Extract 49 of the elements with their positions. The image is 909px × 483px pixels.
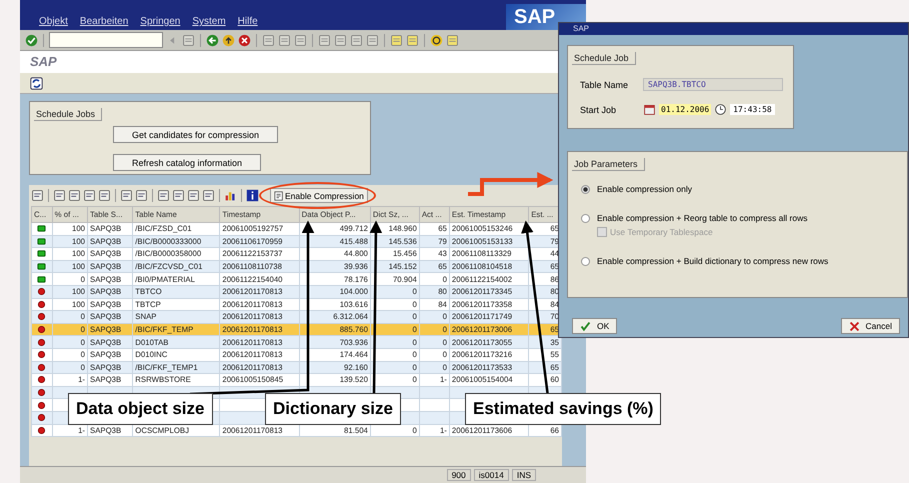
menu-item[interactable]: Hilfe	[238, 16, 258, 27]
menu-item[interactable]: Bearbeiten	[80, 16, 128, 27]
option-label: Enable compression + Reorg table to compress all rows	[597, 213, 808, 223]
dialog-title: SAP	[573, 24, 590, 33]
calendar-icon[interactable]	[643, 103, 656, 116]
status-field: INS	[512, 469, 536, 481]
status-square-icon	[37, 262, 46, 272]
cancel-icon[interactable]	[238, 34, 251, 46]
callout-label: Estimated savings (%)	[465, 393, 662, 425]
callout-label: Data object size	[68, 393, 212, 425]
document-icon	[274, 190, 284, 200]
callout-label: Dictionary size	[265, 393, 401, 425]
menu-item[interactable]: Objekt	[39, 16, 68, 27]
status-field: is0014	[474, 469, 509, 481]
radio-button[interactable]	[581, 214, 590, 222]
enable-compression-button[interactable]: Enable Compression	[270, 188, 368, 203]
status-field: 900	[446, 469, 471, 481]
table-name-field[interactable]: SAPQ3B.TBTCO	[643, 78, 783, 91]
close-icon	[848, 320, 860, 332]
info-icon[interactable]	[246, 189, 259, 202]
date-field[interactable]: 01.12.2006	[659, 104, 712, 115]
status-square-icon	[37, 236, 46, 246]
group-title: Job Parameters	[572, 158, 645, 171]
command-field[interactable]	[49, 32, 163, 48]
status-square-icon	[37, 224, 46, 234]
check-icon[interactable]	[25, 34, 38, 46]
clock-icon[interactable]	[714, 103, 728, 116]
menu-item[interactable]: System	[192, 16, 226, 27]
field-label: Start Job	[580, 104, 618, 114]
action-button[interactable]: Get candidates for compression	[113, 126, 278, 143]
menu-item[interactable]: Springen	[140, 16, 180, 27]
group-title: Schedule Job	[572, 52, 636, 65]
cancel-button[interactable]: Cancel	[840, 318, 900, 334]
field-label: Table Name	[580, 80, 630, 90]
back-icon[interactable]	[206, 34, 219, 46]
time-field[interactable]: 17:43:58	[730, 104, 775, 115]
radio-button[interactable]	[581, 256, 590, 266]
group-title: Schedule Jobs	[34, 108, 102, 121]
option-label: Enable compression + Build dictionary to compress new rows	[597, 256, 828, 266]
option-label: Enable compression only	[597, 184, 692, 194]
ok-button[interactable]: OK	[572, 318, 618, 334]
refresh-icon[interactable]	[30, 76, 43, 90]
action-button[interactable]: Refresh catalog information	[113, 154, 262, 171]
radio-button[interactable]	[581, 184, 590, 194]
check-icon	[580, 320, 591, 332]
status-square-icon	[37, 274, 46, 284]
status-square-icon	[37, 249, 46, 258]
exit-icon[interactable]	[222, 34, 235, 46]
checkbox-label: Use Temporary Tablespace	[610, 227, 713, 237]
